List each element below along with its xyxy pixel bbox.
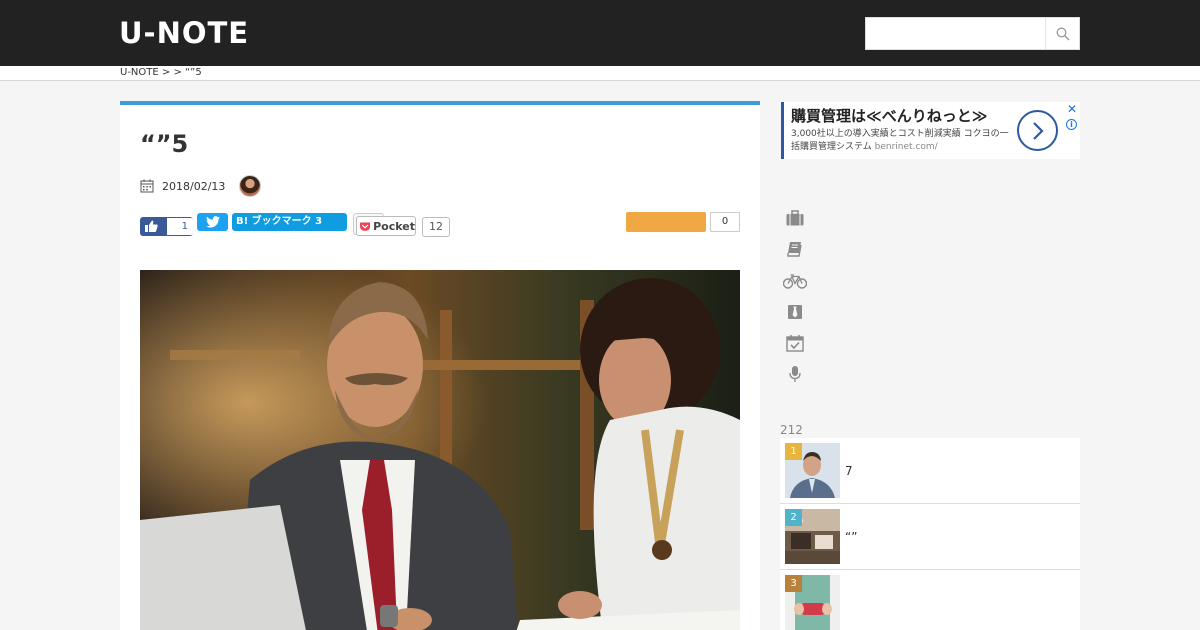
search-icon bbox=[1056, 27, 1069, 40]
category-events[interactable] bbox=[783, 333, 807, 353]
ranking-title[interactable]: “” bbox=[845, 530, 857, 544]
pocket-label: Pocket bbox=[373, 219, 415, 233]
pocket-button[interactable]: Pocket bbox=[356, 216, 416, 236]
hero-photo bbox=[140, 270, 740, 630]
publish-date: 2018/02/13 bbox=[162, 179, 226, 193]
search-input[interactable] bbox=[866, 18, 1046, 49]
ranking-item[interactable]: 3 bbox=[780, 570, 1080, 630]
category-books[interactable] bbox=[783, 239, 807, 259]
article-card: “”5 2018/02/13 1 B! ブックマーク 3 Pocket 12 0 bbox=[120, 101, 760, 630]
ranking-badge: 1 bbox=[785, 443, 802, 460]
search-button[interactable] bbox=[1045, 18, 1079, 49]
calendar-check-icon bbox=[786, 335, 804, 352]
ad-open-button[interactable] bbox=[1017, 110, 1058, 151]
breadcrumb-bar: U-NOTE > > “”5 bbox=[0, 66, 1200, 81]
ad-close-icon[interactable]: ✕ bbox=[1067, 102, 1077, 116]
author-avatar[interactable] bbox=[239, 175, 262, 197]
ad-description: 3,000社以上の導入実績とコスト削減実績 コクヨの一括購買管理システム ben… bbox=[791, 128, 1016, 154]
site-header: U-NOTE bbox=[0, 0, 1200, 66]
orange-share-count: 0 bbox=[710, 212, 740, 232]
ranking-title[interactable]: 7 bbox=[845, 464, 853, 478]
article-meta: 2018/02/13 bbox=[140, 175, 262, 197]
microphone-icon bbox=[789, 366, 801, 382]
ad-url[interactable]: benrinet.com/ bbox=[875, 142, 938, 152]
category-lifestyle[interactable] bbox=[783, 271, 807, 291]
facebook-like-button[interactable]: 1 bbox=[140, 217, 193, 236]
share-bar: 1 B! ブックマーク 3 Pocket 12 0 bbox=[140, 212, 740, 238]
tie-icon bbox=[788, 305, 802, 319]
twitter-icon bbox=[205, 216, 220, 228]
breadcrumb[interactable]: U-NOTE > > “”5 bbox=[120, 66, 202, 80]
pocket-count: 12 bbox=[422, 217, 450, 237]
ranking-badge: 3 bbox=[785, 575, 802, 592]
pocket-icon bbox=[360, 222, 371, 231]
category-business[interactable] bbox=[783, 208, 807, 228]
article-hero-image bbox=[140, 270, 740, 630]
ranking-count: 212 bbox=[780, 423, 803, 437]
ad-info-icon[interactable]: i bbox=[1066, 119, 1077, 130]
hatena-bookmark-button[interactable]: B! ブックマーク 3 bbox=[232, 213, 347, 231]
ad-title[interactable]: 購買管理は≪べんりねっと≫ bbox=[791, 107, 987, 125]
search-box bbox=[865, 17, 1080, 50]
sponsored-ad[interactable]: 購買管理は≪べんりねっと≫ 3,000社以上の導入実績とコスト削減実績 コクヨの… bbox=[781, 102, 1080, 159]
thumbs-up-icon bbox=[145, 220, 158, 232]
chevron-right-icon bbox=[1032, 121, 1044, 140]
calendar-icon bbox=[140, 179, 154, 193]
twitter-share-button[interactable] bbox=[197, 213, 228, 231]
briefcase-icon bbox=[786, 210, 804, 226]
book-icon bbox=[787, 242, 802, 257]
facebook-like-count: 1 bbox=[167, 218, 193, 235]
site-logo[interactable]: U-NOTE bbox=[119, 16, 249, 50]
category-interviews[interactable] bbox=[783, 364, 807, 384]
orange-share-button[interactable] bbox=[626, 212, 706, 232]
bicycle-icon bbox=[783, 274, 807, 289]
ranking-item[interactable]: 2 “” bbox=[780, 504, 1080, 570]
ranking-badge: 2 bbox=[785, 509, 802, 526]
ranking-item[interactable]: 1 7 bbox=[780, 438, 1080, 504]
category-career[interactable] bbox=[783, 302, 807, 322]
article-title: “”5 bbox=[140, 130, 189, 158]
